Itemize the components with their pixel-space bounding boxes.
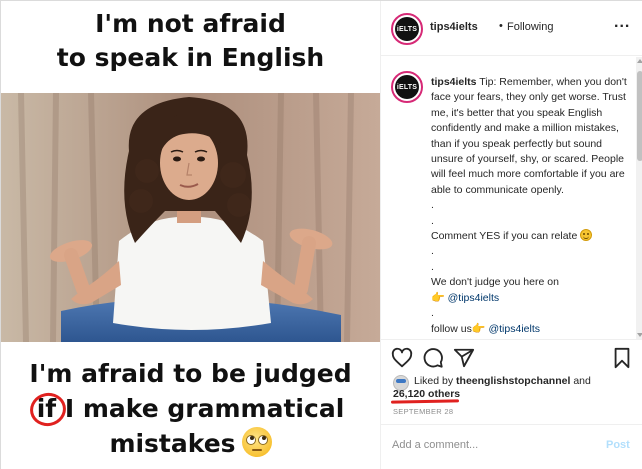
follow-us-text: follow us [431,322,472,335]
author-avatar-logo: iELTS [395,17,419,41]
caption-dot: . [431,214,434,227]
pointing-hand-icon: 👉 [471,322,486,335]
meme-top-line-1: I'm not afraid [95,9,286,38]
caption-dot: . [431,260,434,273]
mention-link[interactable]: @tips4ielts [448,292,500,304]
header-separator: • [499,20,503,32]
meme-bottom-line-3: mistakes [1,426,380,461]
smiling-face-emoji-icon [580,229,593,242]
caption-judge-line: We don't judge you here on [431,276,559,289]
caption-username[interactable]: tips4ielts [431,76,477,88]
caption-dot: . [431,307,434,320]
meme-bottom-line-2: if I make grammatical [1,389,380,430]
red-underline-annotation [390,399,460,404]
woman-shrugging-photo [1,93,380,342]
instagram-post-modal: I'm not afraid to speak in English I'm a… [0,0,642,469]
post-image[interactable]: I'm not afraid to speak in English I'm a… [1,1,380,469]
caption-avatar-logo: iELTS [395,75,419,99]
caption-mention-line: 👉 @tips4ielts [431,291,631,306]
comment-input[interactable] [392,439,592,451]
caption-follow-line: follow us👉 @tips4ielts [431,322,631,337]
add-comment-bar: Post [381,424,642,469]
following-button[interactable]: Following [507,21,553,33]
post-caption: tips4ielts Tip: Remember, when you don't… [431,75,631,337]
liked-by-and: and [573,375,591,387]
meme-top-line-2: to speak in English [56,43,325,72]
caption-dot: . [431,245,434,258]
liked-by-prefix: Liked by [414,375,454,387]
author-avatar[interactable]: iELTS [391,13,423,45]
liker-username[interactable]: theenglishstopchannel [456,375,570,387]
mention-link[interactable]: @tips4ielts [488,323,540,335]
rolling-eyes-emoji-icon [241,427,272,457]
post-date[interactable]: SEPTEMBER 28 [393,407,453,416]
likes-section: Liked by theenglishstopchannel and 26,12… [381,371,642,404]
bookmark-icon[interactable] [611,347,633,369]
pointing-hand-icon: 👉 [431,291,445,304]
meme-bottom-caption: I'm afraid to be judged if I make gramma… [1,342,380,469]
scroll-up-arrow-icon[interactable] [637,59,642,63]
meme-if-word: if [26,389,69,430]
comments-area[interactable]: iELTS tips4ielts Tip: Remember, when you… [381,57,636,339]
scrollbar-thumb[interactable] [637,71,642,161]
heart-icon[interactable] [391,347,413,369]
more-options-icon[interactable]: ... [614,14,630,32]
meme-top-caption: I'm not afraid to speak in English [1,1,380,93]
caption-body: tips4ielts Tip: Remember, when you don't… [431,75,631,198]
meme-bottom-line-1: I'm afraid to be judged [29,359,352,388]
caption-avatar[interactable]: iELTS [391,71,423,103]
meme-bottom-line-2-rest: I make grammatical [56,394,345,423]
comment-yes-text: Comment YES if you can relate [431,230,578,243]
post-sidebar: iELTS tips4ielts • Following ... iELTS t… [380,1,642,469]
caption-text: Tip: Remember, when you don't face your … [431,76,627,196]
post-header: iELTS tips4ielts • Following ... [381,1,642,56]
caption-comment-yes: Comment YES if you can relate [431,229,631,244]
comment-icon[interactable] [422,347,444,369]
post-comment-button[interactable]: Post [606,439,630,451]
caption-dot: . [431,199,434,212]
comments-scrollbar[interactable] [636,57,642,339]
meme-bottom-line-3-text: mistakes [109,429,236,458]
share-icon[interactable] [453,347,475,369]
liked-by-text: Liked by theenglishstopchannel and [414,375,591,387]
scroll-down-arrow-icon[interactable] [637,333,642,337]
author-username[interactable]: tips4ielts [430,21,478,33]
likes-count[interactable]: 26,120 others [393,388,460,400]
